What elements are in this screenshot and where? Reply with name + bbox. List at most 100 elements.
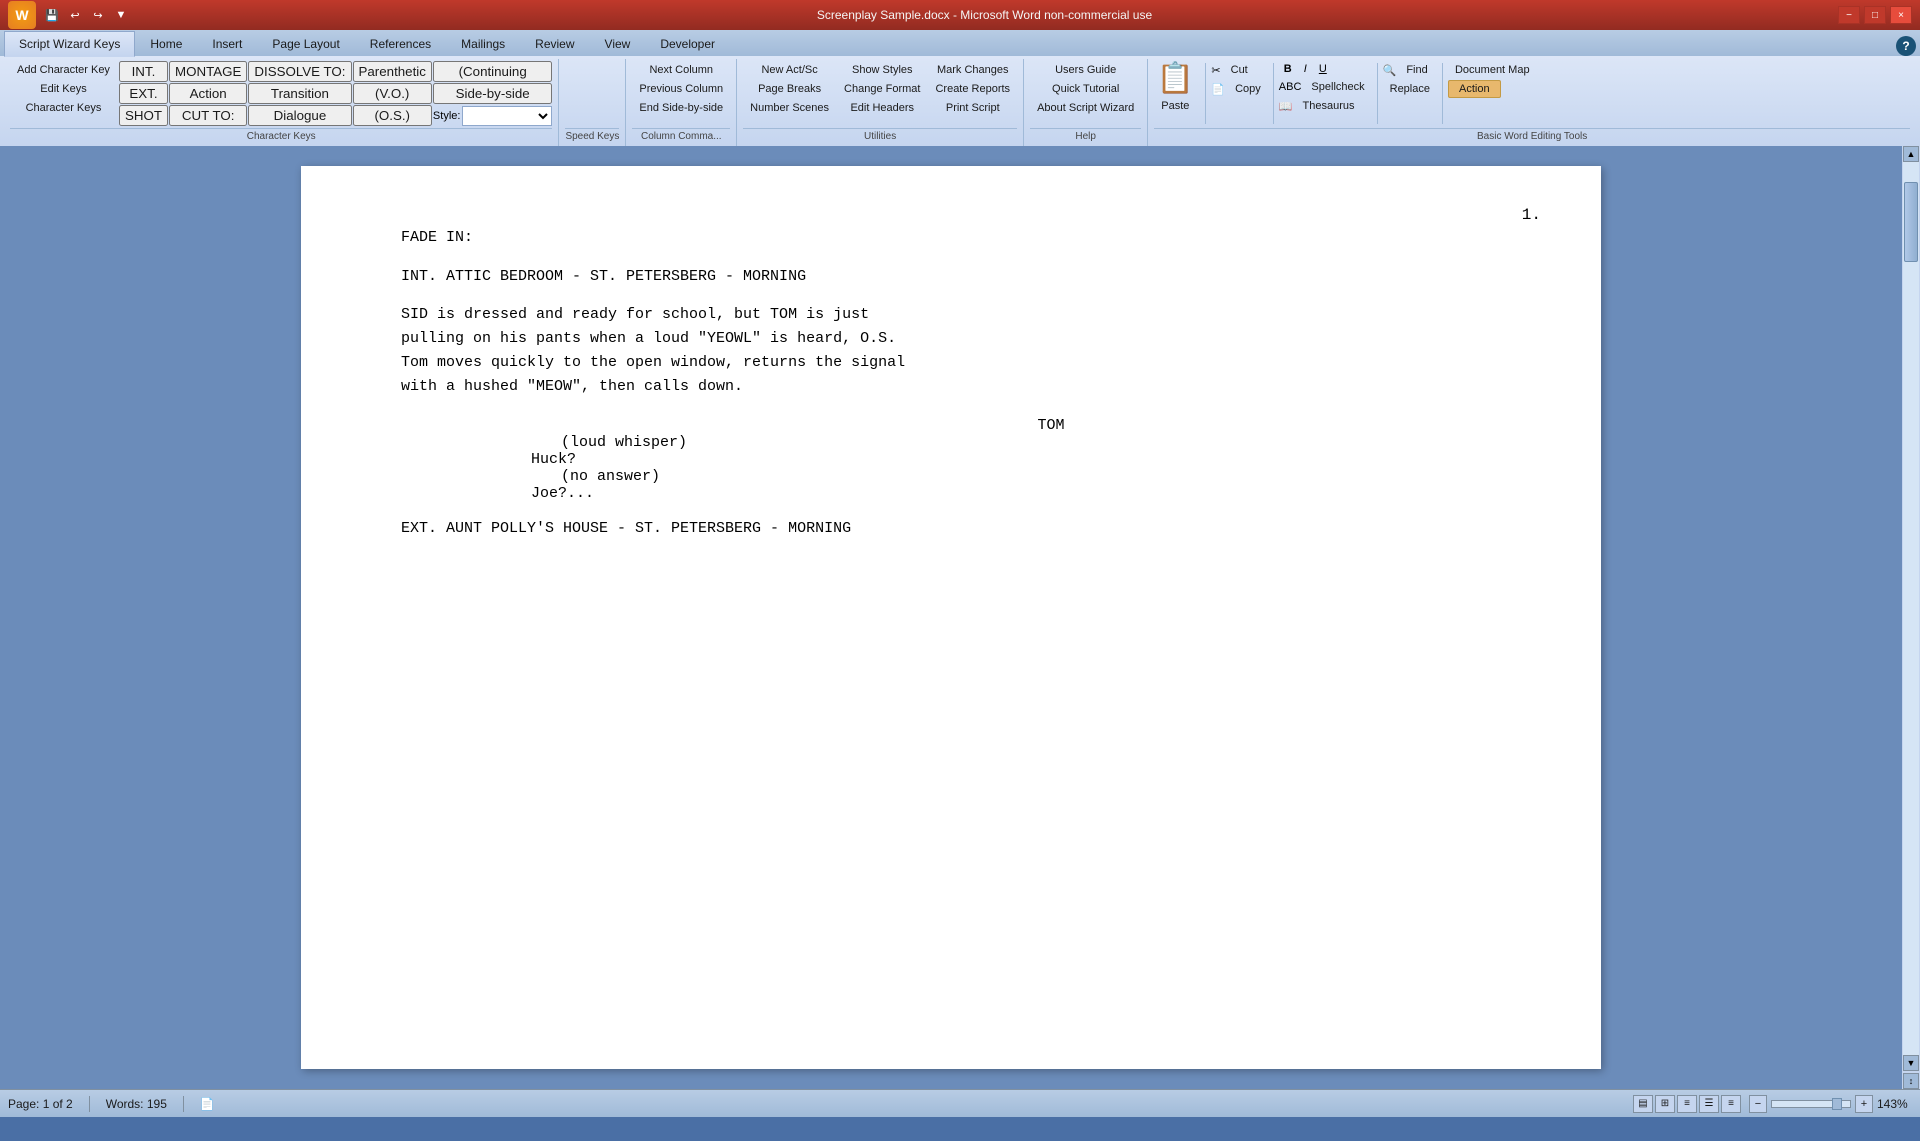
zoom-out-button[interactable]: − — [1749, 1095, 1767, 1113]
outline-view-button[interactable]: ☰ — [1699, 1095, 1719, 1113]
edit-keys-button[interactable]: Edit Keys — [10, 80, 117, 98]
title-bar-left: W 💾 ↩ ↪ ▼ — [8, 1, 131, 29]
style-select[interactable] — [462, 106, 552, 126]
vertical-scrollbar: ▲ ▼ ↕ — [1902, 146, 1920, 1089]
window-controls: − □ × — [1838, 6, 1912, 24]
replace-button[interactable]: Replace — [1383, 80, 1437, 98]
character-name: TOM — [601, 417, 1501, 434]
key-dialogue[interactable]: Dialogue — [248, 105, 351, 126]
key-sidebyside[interactable]: Side-by-side — [433, 83, 553, 104]
parenthetical-2: (no answer) — [561, 468, 1501, 485]
spellcheck-row: ABC Spellcheck — [1279, 78, 1372, 96]
close-button[interactable]: × — [1890, 6, 1912, 24]
tab-view[interactable]: View — [590, 30, 646, 56]
undo-button[interactable]: ↩ — [65, 5, 85, 25]
scroll-thumb[interactable] — [1904, 182, 1918, 262]
add-character-key-button[interactable]: Add Character Key — [10, 61, 117, 79]
zoom-in-button[interactable]: + — [1855, 1095, 1873, 1113]
print-view-button[interactable]: ▤ — [1633, 1095, 1653, 1113]
number-scenes-button[interactable]: Number Scenes — [743, 99, 836, 117]
document-map-button[interactable]: Document Map — [1448, 61, 1537, 79]
underline-button[interactable]: U — [1314, 61, 1332, 77]
cut-row: ✂ Cut — [1211, 61, 1267, 79]
scene-heading-text-2: EXT. AUNT POLLY'S HOUSE - ST. PETERSBERG… — [401, 520, 1501, 537]
copy-row: 📄 Copy — [1211, 80, 1267, 98]
show-styles-button[interactable]: Show Styles — [837, 61, 927, 79]
about-script-wizard-button[interactable]: About Script Wizard — [1030, 99, 1141, 117]
word-count: Words: 195 — [106, 1097, 167, 1111]
edit-headers-button[interactable]: Edit Headers — [837, 99, 927, 117]
key-cutto[interactable]: CUT TO: — [169, 105, 247, 126]
new-act-button[interactable]: New Act/Sc — [743, 61, 836, 79]
tab-script-wizard-keys[interactable]: Script Wizard Keys — [4, 31, 135, 57]
view-buttons: ▤ ⊞ ≡ ☰ ≡ — [1633, 1095, 1741, 1113]
save-button[interactable]: 💾 — [42, 5, 62, 25]
fade-in: FADE IN: — [401, 226, 1501, 250]
column-buttons: Next Column Previous Column End Side-by-… — [632, 61, 730, 126]
scroll-end-button[interactable]: ↕ — [1903, 1073, 1919, 1089]
tab-mailings[interactable]: Mailings — [446, 30, 520, 56]
key-transition[interactable]: Transition — [248, 83, 351, 104]
cut-button[interactable]: Cut — [1224, 61, 1255, 79]
end-sidebyside-button[interactable]: End Side-by-side — [632, 99, 730, 117]
italic-button[interactable]: I — [1299, 61, 1312, 77]
key-int[interactable]: INT. — [119, 61, 168, 82]
tab-insert[interactable]: Insert — [197, 30, 257, 56]
key-ext[interactable]: EXT. — [119, 83, 168, 104]
help-icon[interactable]: ? — [1896, 36, 1916, 56]
style-row: Style: — [433, 105, 553, 126]
bold-button[interactable]: B — [1279, 61, 1297, 77]
character-keys-button[interactable]: Character Keys — [10, 99, 117, 117]
office-logo[interactable]: W — [8, 1, 36, 29]
paste-icon[interactable]: 📋 — [1157, 61, 1194, 96]
zoom-slider-thumb[interactable] — [1832, 1098, 1842, 1110]
tab-references[interactable]: References — [355, 30, 446, 56]
format-section: B I U ABC Spellcheck 📖 Thesaurus — [1279, 61, 1372, 115]
key-vo[interactable]: (V.O.) — [353, 83, 432, 104]
clipboard-group: 📋 Paste ✂ Cut 📄 Copy — [1148, 59, 1916, 146]
tab-page-layout[interactable]: Page Layout — [257, 30, 354, 56]
tab-review[interactable]: Review — [520, 30, 589, 56]
utilities-grid: New Act/Sc Show Styles Mark Changes Page… — [743, 61, 1017, 117]
thesaurus-button[interactable]: Thesaurus — [1296, 97, 1362, 115]
previous-column-button[interactable]: Previous Column — [632, 80, 730, 98]
users-guide-button[interactable]: Users Guide — [1030, 61, 1141, 79]
key-action[interactable]: Action — [169, 83, 247, 104]
change-format-button[interactable]: Change Format — [837, 80, 927, 98]
quick-tutorial-button[interactable]: Quick Tutorial — [1030, 80, 1141, 98]
create-reports-button[interactable]: Create Reports — [928, 80, 1017, 98]
next-column-button[interactable]: Next Column — [632, 61, 730, 79]
scroll-down-button[interactable]: ▼ — [1903, 1055, 1919, 1071]
key-parenthetic[interactable]: Parenthetic — [353, 61, 432, 82]
help-vstack: Users Guide Quick Tutorial About Script … — [1030, 61, 1141, 117]
tab-developer[interactable]: Developer — [645, 30, 730, 56]
print-script-button[interactable]: Print Script — [928, 99, 1017, 117]
key-continuing[interactable]: (Continuing — [433, 61, 553, 82]
key-shot[interactable]: SHOT — [119, 105, 168, 126]
draft-view-button[interactable]: ≡ — [1721, 1095, 1741, 1113]
paste-button[interactable]: Paste — [1154, 97, 1196, 115]
key-dissolve[interactable]: DISSOLVE TO: — [248, 61, 351, 82]
key-os[interactable]: (O.S.) — [353, 105, 432, 126]
page-breaks-button[interactable]: Page Breaks — [743, 80, 836, 98]
tab-home[interactable]: Home — [135, 30, 197, 56]
zoom-slider[interactable] — [1771, 1100, 1851, 1108]
web-view-button[interactable]: ≡ — [1677, 1095, 1697, 1113]
copy-button[interactable]: Copy — [1228, 80, 1268, 98]
customize-button[interactable]: ▼ — [111, 5, 131, 25]
spellcheck-button[interactable]: Spellcheck — [1304, 78, 1371, 96]
scroll-track[interactable] — [1903, 162, 1919, 1055]
dialogue-block: TOM (loud whisper) Huck? (no answer) Joe… — [401, 417, 1501, 502]
find-button[interactable]: Find — [1399, 61, 1434, 79]
maximize-button[interactable]: □ — [1864, 6, 1886, 24]
mark-changes-button[interactable]: Mark Changes — [928, 61, 1017, 79]
parenthetical-1: (loud whisper) — [561, 434, 1501, 451]
document-page[interactable]: 1. FADE IN: INT. ATTIC BEDROOM - ST. PET… — [301, 166, 1601, 1069]
key-montage[interactable]: MONTAGE — [169, 61, 247, 82]
full-screen-button[interactable]: ⊞ — [1655, 1095, 1675, 1113]
minimize-button[interactable]: − — [1838, 6, 1860, 24]
redo-button[interactable]: ↪ — [88, 5, 108, 25]
scroll-up-button[interactable]: ▲ — [1903, 146, 1919, 162]
zoom-controls: − + 143% — [1749, 1095, 1912, 1113]
action-button[interactable]: Action — [1448, 80, 1501, 98]
